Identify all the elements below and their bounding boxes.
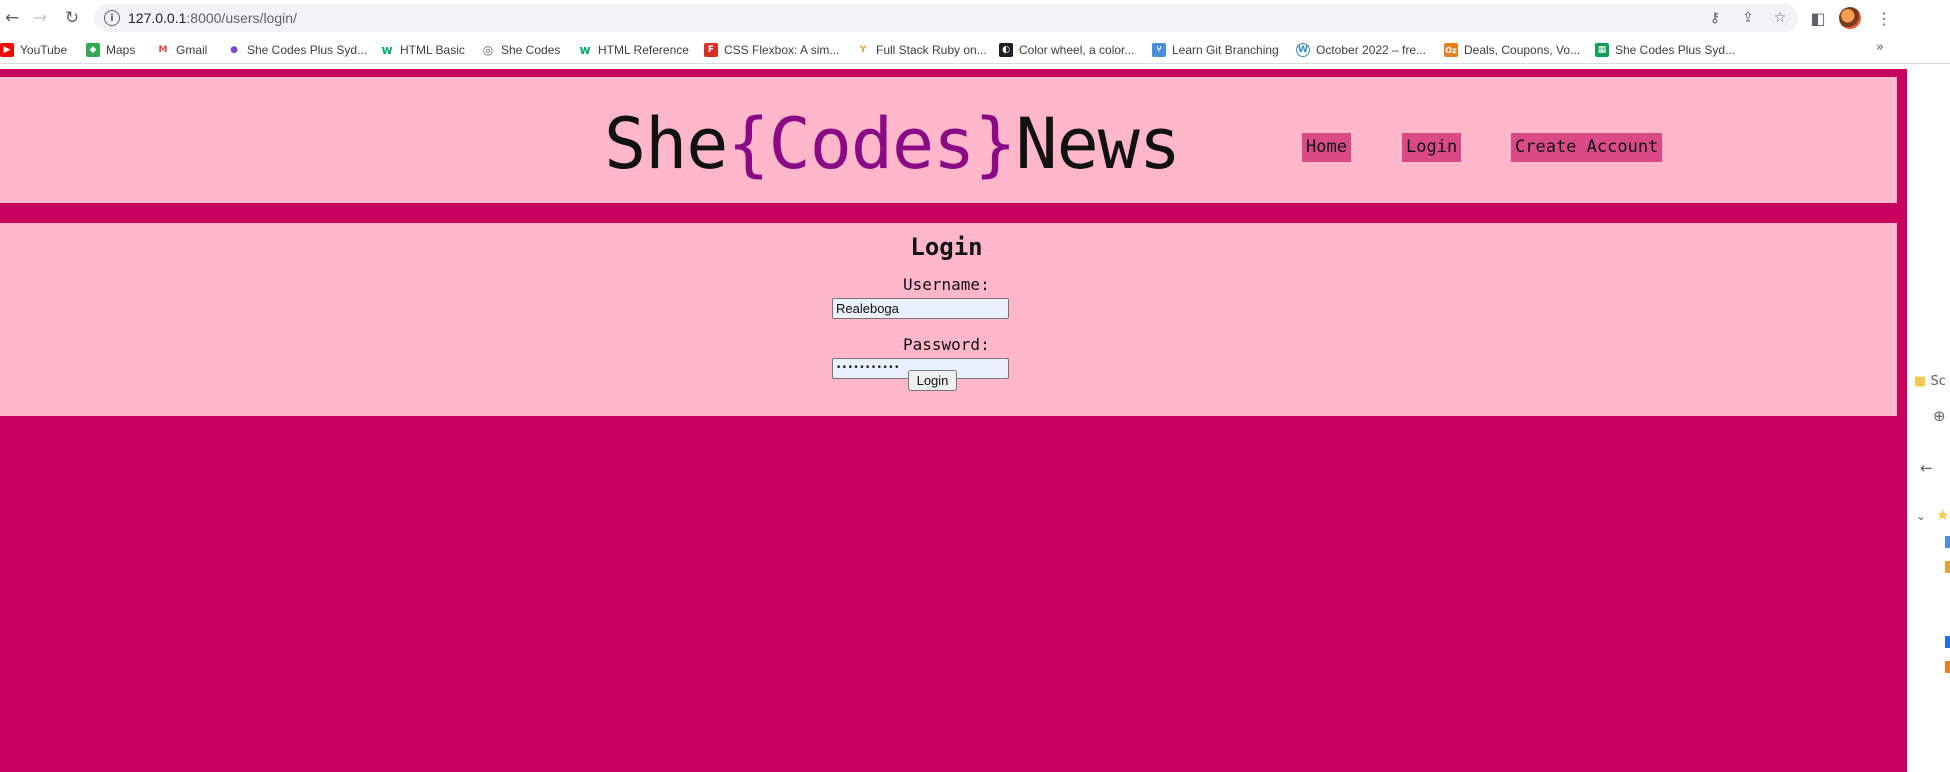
nav-create-account-link[interactable]: Create Account [1511,133,1663,162]
bookmark-gmail[interactable]: M Gmail [156,40,207,60]
bookmark-label: Gmail [176,43,208,57]
star-bookmark-icon[interactable]: ☆ [1769,8,1791,28]
site-header: She{Codes}News Home Login Create Account [0,77,1897,203]
ruby-icon: Y [856,43,870,57]
logo-she: She [604,103,728,185]
browser-toolbar: ← → ↻ i 127.0.0.1:8000/users/login/ ⚷ ⇪ … [0,0,1950,36]
share-icon[interactable]: ⇪ [1737,8,1759,28]
youtube-icon: ▶ [0,43,14,57]
maps-icon: ◆ [86,43,100,57]
nav-home-link[interactable]: Home [1302,133,1351,162]
bookmark-label: October 2022 – fre... [1316,43,1427,57]
bookmark-color-wheel[interactable]: ◐ Color wheel, a color... [999,40,1134,60]
globe-icon: ◎ [481,43,495,57]
bookmarks-overflow-icon[interactable]: » [1876,40,1884,55]
nav-login-link[interactable]: Login [1402,133,1462,162]
address-bar[interactable]: i 127.0.0.1:8000/users/login/ ⚷ ⇪ ☆ [94,4,1798,32]
bookmark-youtube[interactable]: ▶ YouTube [0,40,67,60]
chevron-down-icon[interactable]: ⌄ [1916,509,1926,523]
bookmark-full-stack-ruby[interactable]: Y Full Stack Ruby on... [856,40,987,60]
username-input[interactable]: Realeboga [832,298,1009,319]
side-panel-folder-label: Sc [1930,374,1946,389]
bookmark-shecodes-sheet[interactable]: ▦ She Codes Plus Syd... [1595,40,1735,60]
bookmark-favicon [1945,661,1950,673]
site-logo: She{Codes}News [604,109,1181,179]
bookmark-label: HTML Basic [400,43,465,57]
wordpress-icon: W [1296,43,1310,57]
key-icon[interactable]: ⚷ [1704,8,1726,28]
url-host: 127.0.0.1 [128,10,187,26]
logo-news: News [1015,103,1181,185]
browser-side-panel: ■ Sc ⊕ ← ⌄ ★ [1907,69,1950,772]
bookmark-label: Deals, Coupons, Vo... [1464,43,1581,57]
bookmark-learn-git[interactable]: ⑂ Learn Git Branching [1152,40,1279,60]
more-menu-icon[interactable]: ⋮ [1872,6,1896,30]
shecodes-icon: ● [227,43,241,57]
git-icon: ⑂ [1152,43,1166,57]
reload-icon[interactable]: ↻ [60,6,84,30]
logo-codes: {Codes} [727,103,1016,185]
ozbargain-icon: Oz [1444,43,1458,57]
login-form: Login Username: Realeboga Password: ••••… [0,223,1897,416]
add-circle-icon[interactable]: ⊕ [1933,407,1946,425]
bookmark-css-flexbox[interactable]: F CSS Flexbox: A sim... [704,40,839,60]
bookmark-label: Color wheel, a color... [1019,43,1135,57]
site-info-icon[interactable]: i [104,10,120,26]
url-text[interactable]: 127.0.0.1:8000/users/login/ [128,10,297,26]
star-folder-icon: ★ [1936,506,1950,524]
bookmark-favicon [1945,561,1950,573]
side-panel-toggle-icon[interactable]: ◧ [1806,6,1830,30]
gmail-icon: M [156,43,170,57]
w3schools-icon: w [380,43,394,57]
forward-arrow-icon[interactable]: → [28,6,52,30]
username-label: Username: [903,275,990,294]
url-path: :8000/users/login/ [186,10,297,26]
back-arrow-icon[interactable]: ← [1920,459,1933,477]
bookmark-label: CSS Flexbox: A sim... [724,43,840,57]
profile-avatar[interactable] [1839,7,1861,29]
bookmark-shecodes-plus[interactable]: ● She Codes Plus Syd... [227,40,367,60]
flexbox-icon: F [704,43,718,57]
bookmark-label: She Codes [501,43,561,57]
bookmark-favicon [1945,636,1950,648]
side-panel-folder[interactable]: ■ Sc [1914,374,1946,389]
bookmark-html-reference[interactable]: w HTML Reference [578,40,689,60]
bookmark-maps[interactable]: ◆ Maps [86,40,135,60]
w3schools-icon: w [578,43,592,57]
password-label: Password: [903,335,990,354]
bookmark-favicon [1945,536,1950,548]
page-title: Login [910,233,983,261]
folder-icon: ■ [1914,374,1927,389]
bookmark-label: HTML Reference [598,43,689,57]
color-wheel-icon: ◐ [999,43,1013,57]
bookmark-label: She Codes Plus Syd... [1615,43,1736,57]
bookmark-label: Learn Git Branching [1172,43,1279,57]
bookmark-label: She Codes Plus Syd... [247,43,368,57]
bookmark-deals[interactable]: Oz Deals, Coupons, Vo... [1444,40,1580,60]
bookmark-label: Full Stack Ruby on... [876,43,987,57]
bookmark-label: Maps [106,43,136,57]
back-arrow-icon[interactable]: ← [0,6,24,30]
bookmark-shecodes[interactable]: ◎ She Codes [481,40,560,60]
bookmark-october-2022[interactable]: W October 2022 – fre... [1296,40,1426,60]
login-button[interactable]: Login [908,370,957,391]
bookmarks-bar: ▶ YouTube ◆ Maps M Gmail ● She Codes Plu… [0,36,1950,64]
page-body: She{Codes}News Home Login Create Account… [0,69,1907,772]
bookmark-html-basic[interactable]: w HTML Basic [380,40,465,60]
bookmark-label: YouTube [20,43,68,57]
sheets-icon: ▦ [1595,43,1609,57]
